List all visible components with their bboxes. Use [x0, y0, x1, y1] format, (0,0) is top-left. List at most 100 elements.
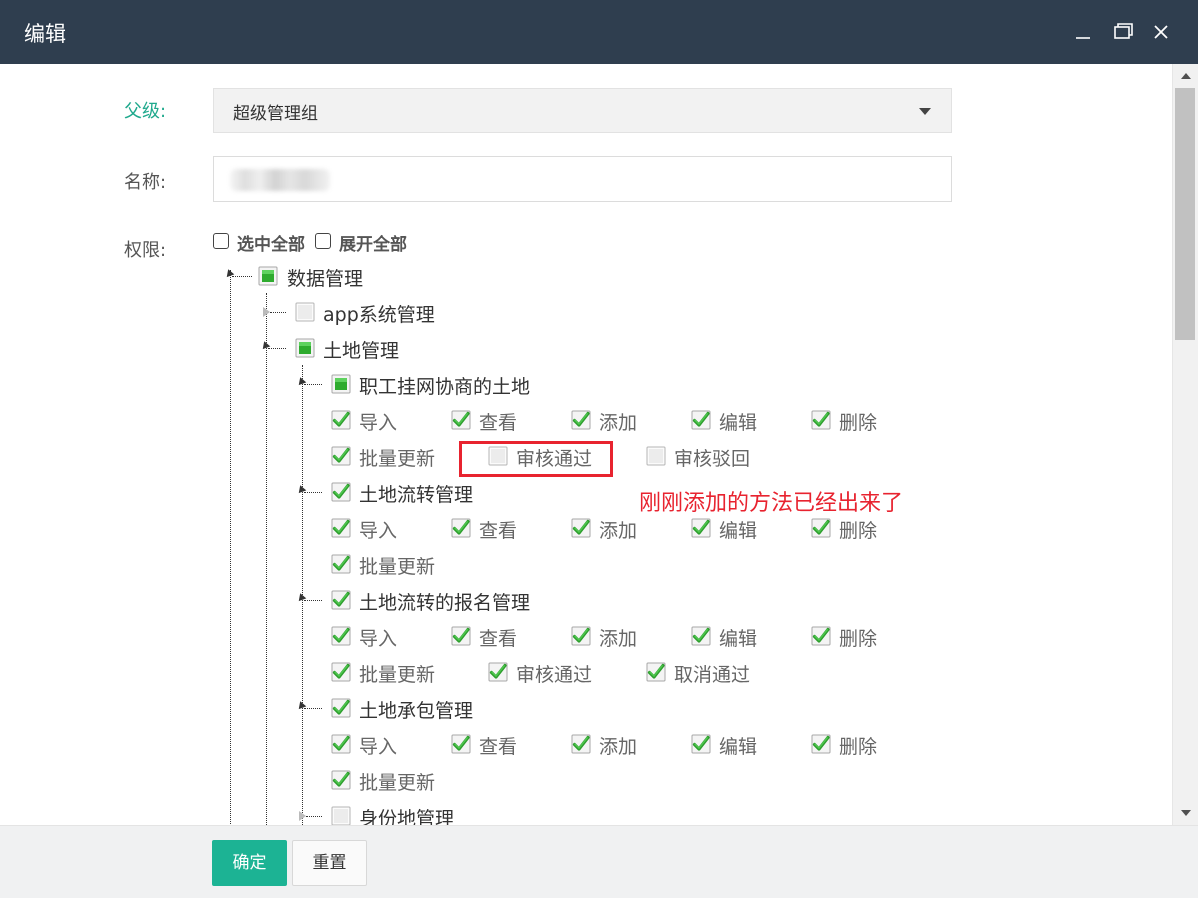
perm-checkbox[interactable] [571, 626, 591, 646]
tree-node-label[interactable]: 身份地管理 [359, 804, 454, 825]
perm-label[interactable]: 导入 [359, 732, 397, 759]
perm-checkbox[interactable] [451, 626, 471, 646]
perm-checkbox[interactable] [691, 518, 711, 538]
dialog-footer: 确定 重置 [0, 825, 1198, 898]
collapse-toggle-icon[interactable] [295, 593, 307, 604]
perm-label[interactable]: 查看 [479, 408, 517, 435]
perm-checkbox[interactable] [331, 410, 351, 430]
redacted-name [230, 169, 330, 191]
perm-checkbox[interactable] [331, 446, 351, 466]
reset-button[interactable]: 重置 [292, 840, 367, 886]
annotation-text: 刚刚添加的方法已经出来了 [639, 491, 904, 516]
tree-checkbox[interactable] [331, 806, 351, 825]
perm-checkbox[interactable] [451, 410, 471, 430]
perm-label[interactable]: 添加 [599, 732, 637, 759]
scroll-up-icon[interactable] [1178, 68, 1194, 84]
perm-label[interactable]: 删除 [839, 516, 877, 543]
tree-checkbox[interactable] [331, 482, 351, 502]
perm-checkbox[interactable] [691, 734, 711, 754]
parent-select[interactable]: 超级管理组 [213, 88, 952, 133]
parent-label: 父级: [124, 101, 167, 122]
perm-label[interactable]: 删除 [839, 408, 877, 435]
perm-label[interactable]: 删除 [839, 732, 877, 759]
perm-checkbox[interactable] [571, 518, 591, 538]
select-all-checkbox[interactable]: 选中全部 [213, 230, 313, 255]
perm-label[interactable]: 添加 [599, 408, 637, 435]
tree-checkbox[interactable] [331, 698, 351, 718]
scroll-down-icon[interactable] [1178, 805, 1194, 821]
perm-label[interactable]: 导入 [359, 516, 397, 543]
tree-node-label[interactable]: 土地流转的报名管理 [359, 588, 530, 615]
collapse-toggle-icon[interactable] [295, 485, 307, 496]
perm-label[interactable]: 编辑 [719, 516, 757, 543]
tree-node-label[interactable]: 土地承包管理 [359, 696, 473, 723]
expand-toggle-icon[interactable] [299, 811, 306, 821]
perm-checkbox[interactable] [646, 446, 666, 466]
select-all-label: 选中全部 [237, 235, 305, 255]
collapse-toggle-icon[interactable] [295, 377, 307, 388]
chevron-down-icon [919, 108, 931, 115]
tree-checkbox[interactable] [331, 590, 351, 610]
tree-node-label[interactable]: 土地管理 [323, 336, 399, 363]
perm-checkbox[interactable] [331, 734, 351, 754]
tree-node-label[interactable]: 数据管理 [287, 264, 363, 291]
collapse-toggle-icon[interactable] [295, 701, 307, 712]
perm-checkbox[interactable] [488, 662, 508, 682]
perm-label[interactable]: 批量更新 [359, 444, 435, 471]
perm-label[interactable]: 查看 [479, 624, 517, 651]
vertical-scrollbar[interactable] [1172, 64, 1198, 825]
dialog-title: 编辑 [24, 22, 66, 46]
perm-checkbox[interactable] [571, 410, 591, 430]
perm-label[interactable]: 导入 [359, 408, 397, 435]
perm-checkbox[interactable] [331, 770, 351, 790]
scroll-thumb[interactable] [1175, 88, 1195, 340]
perm-checkbox[interactable] [811, 734, 831, 754]
perm-checkbox[interactable] [451, 518, 471, 538]
perm-label[interactable]: 批量更新 [359, 768, 435, 795]
perm-label[interactable]: 批量更新 [359, 552, 435, 579]
perm-checkbox[interactable] [331, 662, 351, 682]
perm-checkbox[interactable] [451, 734, 471, 754]
tree-checkbox[interactable] [295, 338, 315, 358]
close-icon[interactable] [1148, 18, 1174, 46]
maximize-icon[interactable] [1110, 18, 1136, 46]
tree-checkbox[interactable] [258, 266, 278, 286]
perm-label[interactable]: 审核驳回 [674, 444, 750, 471]
perm-label[interactable]: 审核通过 [516, 660, 592, 687]
tree-checkbox[interactable] [331, 374, 351, 394]
perm-checkbox[interactable] [811, 410, 831, 430]
tree-node-label[interactable]: app系统管理 [323, 300, 435, 327]
perm-label[interactable]: 编辑 [719, 732, 757, 759]
perm-label[interactable]: 导入 [359, 624, 397, 651]
collapse-toggle-icon[interactable] [259, 341, 271, 352]
perm-label[interactable]: 查看 [479, 732, 517, 759]
perm-label[interactable]: 添加 [599, 624, 637, 651]
expand-all-checkbox[interactable]: 展开全部 [315, 230, 415, 255]
perm-checkbox[interactable] [691, 626, 711, 646]
dialog-titlebar: 编辑 [0, 0, 1198, 64]
perm-label[interactable]: 批量更新 [359, 660, 435, 687]
perm-checkbox[interactable] [331, 554, 351, 574]
perm-checkbox[interactable] [691, 410, 711, 430]
tree-node-label[interactable]: 职工挂网协商的土地 [359, 372, 530, 399]
perm-label[interactable]: 取消通过 [674, 660, 750, 687]
perm-checkbox[interactable] [331, 518, 351, 538]
name-input[interactable] [213, 156, 952, 202]
minimize-icon[interactable] [1070, 18, 1096, 46]
tree-checkbox[interactable] [295, 302, 315, 322]
perm-label[interactable]: 删除 [839, 624, 877, 651]
confirm-button[interactable]: 确定 [212, 840, 287, 886]
perm-checkbox[interactable] [811, 518, 831, 538]
checkbox-icon [315, 233, 331, 249]
perm-label[interactable]: 编辑 [719, 408, 757, 435]
tree-node-label[interactable]: 土地流转管理 [359, 480, 473, 507]
perm-label[interactable]: 编辑 [719, 624, 757, 651]
collapse-toggle-icon[interactable] [223, 269, 235, 280]
perm-label[interactable]: 添加 [599, 516, 637, 543]
perm-label[interactable]: 查看 [479, 516, 517, 543]
perm-checkbox[interactable] [571, 734, 591, 754]
perm-checkbox[interactable] [646, 662, 666, 682]
expand-toggle-icon[interactable] [263, 307, 270, 317]
perm-checkbox[interactable] [331, 626, 351, 646]
perm-checkbox[interactable] [811, 626, 831, 646]
